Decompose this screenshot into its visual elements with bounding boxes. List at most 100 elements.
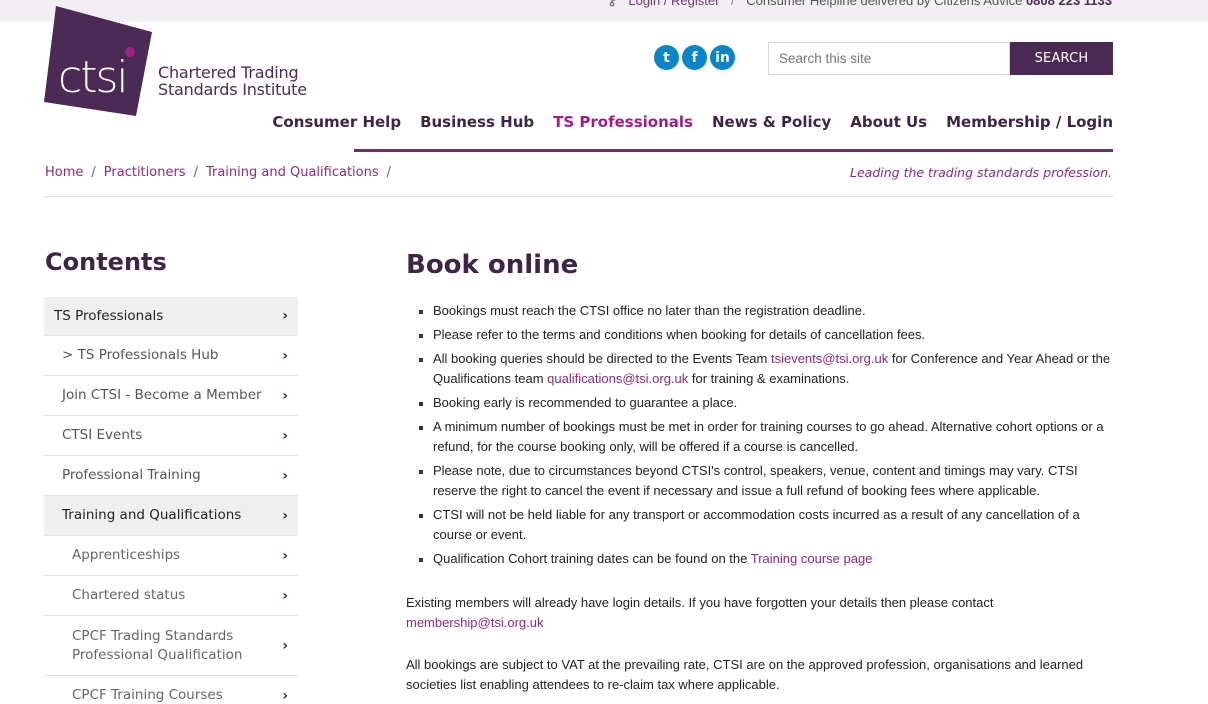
bullet-text: Please refer to the terms and conditions…: [433, 327, 926, 342]
bullet-item: CTSI will not be held liable for any tra…: [418, 505, 1118, 545]
sidebar-item[interactable]: TS Professionals ›: [44, 297, 298, 336]
bullet-text: Qualification Cohort training dates can …: [433, 551, 751, 566]
bullet-link[interactable]: Training course page: [751, 551, 873, 566]
nav-about-us[interactable]: About Us: [850, 113, 927, 131]
sidebar-item[interactable]: Apprenticeships ›: [44, 536, 298, 576]
vat-paragraph: All bookings are subject to VAT at the p…: [406, 657, 1084, 692]
bullet-item: Bookings must reach the CTSI office no l…: [418, 301, 1118, 321]
sidebar-item-label: Training and Qualifications: [62, 506, 241, 525]
chevron-right-icon: ›: [282, 507, 288, 524]
nav-news-policy[interactable]: News & Policy: [712, 113, 831, 131]
contents-heading: Contents: [45, 248, 167, 276]
sidebar-item-text: Chartered status: [72, 587, 186, 603]
chevron-right-icon: ›: [282, 637, 288, 654]
contents-nav: TS Professionals › > TS Professionals Hub ›…: [44, 297, 298, 704]
sidebar-item-text: > TS Professionals Hub: [62, 347, 219, 363]
sidebar-item-label: CTSI Events: [62, 426, 142, 445]
sidebar-item-text: CPCF Training Courses: [72, 687, 223, 703]
sidebar-item-label: CPCF Training Courses: [72, 686, 223, 704]
login-register-link[interactable]: Login / Register: [628, 0, 719, 8]
sidebar-item-label: Professional Training: [62, 466, 201, 485]
linkedin-icon[interactable]: in: [710, 45, 735, 70]
utility-bar: ⚷ Login / Register / Consumer Helpline d…: [0, 0, 1208, 22]
logo-line-1: Chartered Trading: [158, 63, 299, 82]
nav-divider: [354, 149, 1113, 152]
nav-ts-professionals[interactable]: TS Professionals: [553, 113, 693, 131]
bullet-item: Booking early is recommended to guarante…: [418, 393, 1118, 413]
helpline-text: Consumer Helpline delivered by Citizens …: [746, 0, 1023, 8]
sidebar-item-label: Join CTSI - Become a Member: [62, 386, 262, 405]
utility-separator: /: [731, 0, 735, 8]
sidebar-item-text: Apprenticeships: [72, 547, 181, 563]
breadcrumb-separator: /: [91, 165, 96, 180]
sidebar-item[interactable]: Chartered status ›: [44, 576, 298, 616]
sidebar-item[interactable]: CPCF Trading Standards Professional Quali…: [44, 616, 298, 676]
sidebar-item-label: Chartered status: [72, 586, 185, 605]
bullet-text: All booking queries should be directed t…: [433, 351, 771, 366]
sidebar-item-text: CPCF Trading Standards: [72, 627, 234, 644]
bullet-text: A minimum number of bookings must be met…: [433, 419, 1104, 454]
sidebar-item-text: CTSI Events: [62, 427, 143, 443]
search-input[interactable]: [768, 42, 1010, 75]
site-tagline: Leading the trading standards profession…: [850, 165, 1112, 180]
chevron-right-icon: ›: [282, 467, 288, 484]
breadcrumb-separator: /: [386, 165, 392, 180]
members-login-paragraph: Existing members will already have login…: [406, 593, 1118, 633]
logo-mark: ctsi: [58, 52, 127, 103]
nav-business-hub[interactable]: Business Hub: [420, 113, 534, 131]
sidebar-item[interactable]: Professional Training ›: [44, 456, 298, 496]
logo-wordmark: Chartered Trading Standards Institute: [158, 64, 307, 98]
chevron-right-icon: ›: [282, 308, 288, 324]
bullet-item: Please note, due to circumstances beyond…: [418, 461, 1118, 501]
sidebar-item[interactable]: > TS Professionals Hub ›: [44, 336, 298, 376]
sidebar-item[interactable]: Training and Qualifications ›: [44, 496, 298, 536]
sidebar-item-label: CPCF Trading Standards Professional Quali…: [72, 627, 242, 665]
breadcrumb-divider: [44, 196, 1113, 197]
bullet-text: Please note, due to circumstances beyond…: [433, 463, 1078, 498]
bullet-item: All booking queries should be directed t…: [418, 349, 1118, 389]
twitter-icon[interactable]: t: [654, 45, 679, 70]
breadcrumb-separator: /: [193, 165, 198, 180]
breadcrumb-practitioners[interactable]: Practitioners: [104, 165, 186, 180]
sidebar-item-text: Professional Training: [62, 467, 201, 483]
sidebar-item-text: Training and Qualifications: [62, 507, 242, 523]
chevron-right-icon: ›: [282, 687, 288, 704]
chevron-right-icon: ›: [282, 427, 288, 444]
breadcrumb-training[interactable]: Training and Qualifications: [206, 165, 379, 180]
helpline-phone: 0808 223 1133: [1025, 0, 1112, 8]
chevron-right-icon: ›: [282, 547, 288, 564]
breadcrumb-home[interactable]: Home: [45, 165, 83, 180]
sidebar-item-text: Join CTSI - Become a Member: [62, 387, 262, 403]
members-login-text: Existing members will already have login…: [406, 595, 994, 610]
page-title: Book online: [406, 250, 579, 280]
sidebar-item-label: TS Professionals: [54, 307, 163, 326]
bullet-text: CTSI will not be held liable for any tra…: [433, 507, 1080, 542]
bullet-text: for training & examinations.: [688, 371, 850, 386]
chevron-right-icon: ›: [282, 347, 288, 364]
bullet-text: Booking early is recommended to guarante…: [433, 395, 738, 410]
bullet-item: Qualification Cohort training dates can …: [418, 549, 1118, 569]
sidebar-item[interactable]: Join CTSI - Become a Member ›: [44, 376, 298, 416]
sidebar-item-label: > TS Professionals Hub: [62, 346, 218, 365]
main-nav: Consumer Help Business Hub TS Profession…: [272, 113, 1113, 131]
bullet-item: Please refer to the terms and conditions…: [418, 325, 1118, 345]
nav-consumer-help[interactable]: Consumer Help: [272, 113, 401, 131]
sidebar-item[interactable]: CPCF Training Courses ›: [44, 676, 298, 704]
logo-line-2: Standards Institute: [158, 80, 307, 99]
nav-membership-login[interactable]: Membership / Login: [946, 113, 1113, 131]
ctsi-logo: ctsi: [44, 6, 152, 116]
sidebar-item-text: Professional Qualification: [72, 646, 243, 663]
membership-email-link[interactable]: membership@tsi.org.uk: [406, 615, 543, 630]
booking-terms-list: Bookings must reach the CTSI office no l…: [418, 301, 1118, 573]
chevron-right-icon: ›: [282, 587, 288, 604]
sidebar-item[interactable]: CTSI Events ›: [44, 416, 298, 456]
facebook-icon[interactable]: f: [682, 45, 707, 70]
sidebar-item-label: Apprenticeships: [72, 546, 180, 565]
chevron-right-icon: ›: [282, 387, 288, 404]
bullet-link[interactable]: tsievents@tsi.org.uk: [771, 351, 888, 366]
bullet-item: A minimum number of bookings must be met…: [418, 417, 1118, 457]
sidebar-item-text: TS Professionals: [54, 307, 164, 324]
breadcrumb: Home / Practitioners / Training and Qualific…: [45, 165, 399, 180]
search-button[interactable]: SEARCH: [1010, 42, 1113, 75]
bullet-link[interactable]: qualifications@tsi.org.uk: [547, 371, 688, 386]
